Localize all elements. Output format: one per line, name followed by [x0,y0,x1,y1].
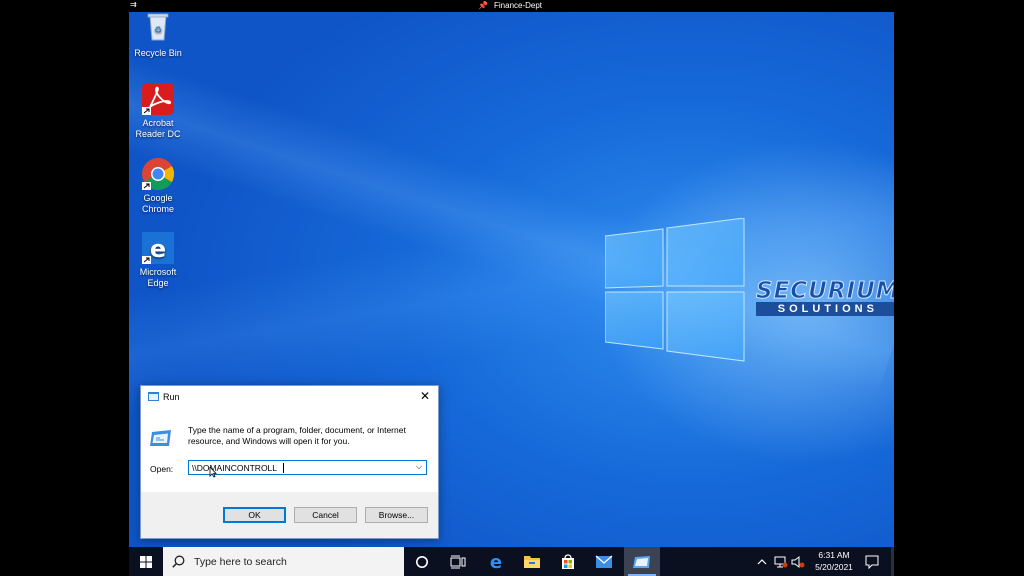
close-icon[interactable]: ✕ [418,389,432,403]
securium-watermark: SECURIUM SOLUTIONS [756,278,894,316]
text-cursor-icon [209,467,217,478]
acrobat-reader-icon [141,82,175,116]
search-icon [172,555,185,568]
network-icon[interactable] [774,555,788,569]
desktop-icon-label: Acrobat [142,118,174,128]
run-title: Run [163,392,180,402]
svg-text:e: e [490,553,502,571]
desktop-icon-chrome[interactable]: Google Chrome [129,157,188,215]
start-button[interactable] [129,547,163,576]
chevron-down-icon[interactable]: ⌵ [414,462,424,473]
recycle-bin-icon: ♻ [141,12,175,46]
taskbar-run[interactable] [624,547,660,576]
taskbar-search-box[interactable]: Type here to search [163,547,404,576]
desktop-icon-recycle-bin[interactable]: ♻ Recycle Bin [129,12,188,59]
desktop-icon-label: Chrome [141,204,174,214]
svg-text:e: e [150,235,166,263]
ok-button[interactable]: OK [223,507,286,523]
taskbar-mail[interactable] [586,547,622,576]
taskbar-store[interactable] [550,547,586,576]
desktop-icon-label: Google [143,193,173,203]
desktop-icon-label: Reader DC [135,129,181,139]
remote-session-title: Finance-Dept [494,1,543,10]
desktop-icon-label: Microsoft [139,267,177,277]
cortana-icon [416,556,428,568]
desktop-icon-label: Recycle Bin [134,48,182,58]
search-placeholder: Type here to search [194,556,287,568]
run-icon [148,392,159,401]
cortana-button[interactable] [404,547,440,576]
run-program-icon [150,430,171,446]
windows-logo-wallpaper [605,218,745,362]
browse-button[interactable]: Browse... [365,507,428,523]
file-explorer-icon [524,556,540,568]
mail-icon [595,555,613,568]
chrome-icon [141,157,175,191]
watermark-title: SECURIUM [756,278,894,305]
taskbar: Type here to search e 6:31 AM 5/20/2021 [129,547,894,576]
system-clock[interactable]: 6:31 AM 5/20/2021 [804,549,864,573]
remote-menu-icon[interactable]: ⇉ [130,0,137,9]
volume-muted-icon[interactable] [791,555,805,569]
show-desktop-button[interactable] [891,547,894,576]
watermark-subtitle: SOLUTIONS [756,302,894,316]
edge-icon: e [141,231,175,265]
task-view-icon [450,555,466,569]
chevron-up-icon[interactable] [757,556,767,568]
open-combobox[interactable]: \\DOMAINCONTROLL ⌵ [188,460,427,475]
windows-start-icon [140,556,152,568]
taskbar-edge[interactable]: e [478,547,514,576]
remote-session-bar: ⇉ 📌 Finance-Dept [0,0,1024,12]
open-input[interactable]: \\DOMAINCONTROLL [192,463,277,473]
store-icon [562,554,574,569]
run-title-bar[interactable]: Run ✕ [141,386,438,408]
clock-date: 5/20/2021 [815,562,853,572]
desktop-icon-label: Edge [147,278,169,288]
taskbar-file-explorer[interactable] [514,547,550,576]
cancel-button[interactable]: Cancel [294,507,357,523]
desktop-icon-edge[interactable]: e Microsoft Edge [129,231,188,289]
desktop-icon-acrobat[interactable]: Acrobat Reader DC [129,82,188,140]
edge-icon: e [490,553,502,571]
clock-time: 6:31 AM [818,550,850,560]
svg-text:♻: ♻ [154,26,162,36]
text-caret [283,463,284,473]
task-view-button[interactable] [440,547,476,576]
notifications-icon[interactable] [865,555,879,569]
open-label: Open: [150,464,174,474]
run-icon [633,556,650,568]
run-description: Type the name of a program, folder, docu… [188,425,406,446]
run-dialog: Run ✕ Type the name of a program, folder… [140,385,439,539]
pin-icon[interactable]: 📌 [478,1,488,10]
run-button-row: OK Cancel Browse... [141,492,438,538]
